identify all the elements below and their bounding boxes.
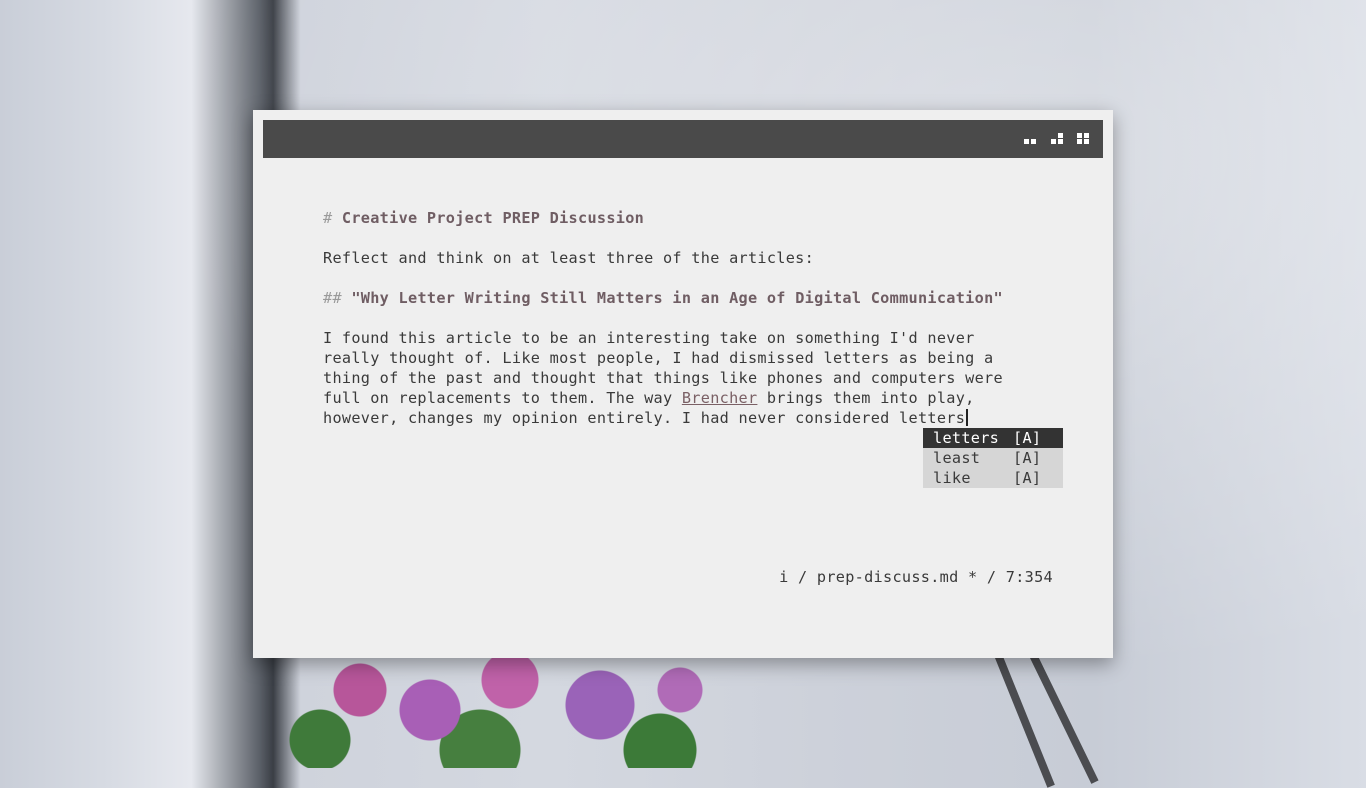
tile-full-icon[interactable] [1077, 133, 1091, 147]
heading-2-text: "Why Letter Writing Still Matters in an … [351, 289, 1003, 307]
autocomplete-tag: [A] [1013, 429, 1042, 447]
paragraph-line: however, changes my opinion entirely. I … [323, 408, 1083, 428]
status-line: i / prep-discuss.md * / 7:354 [779, 568, 1053, 586]
autocomplete-tag: [A] [1013, 469, 1042, 487]
heading-2: ## "Why Letter Writing Still Matters in … [323, 288, 1083, 308]
autocomplete-item[interactable]: like [A] [923, 468, 1063, 488]
author-link[interactable]: Brencher [682, 389, 758, 407]
text-cursor [966, 409, 969, 426]
tile-half-icon[interactable] [1024, 133, 1038, 147]
tile-quarter-icon[interactable] [1051, 133, 1065, 147]
autocomplete-word: least [933, 449, 981, 467]
autocomplete-item[interactable]: letters [A] [923, 428, 1063, 448]
autocomplete-item[interactable]: least [A] [923, 448, 1063, 468]
paragraph-line: I found this article to be an interestin… [323, 329, 975, 347]
paragraph-text: brings them into play, [757, 389, 975, 407]
autocomplete-word: like [933, 469, 971, 487]
autocomplete-popup: letters [A] least [A] like [A] [923, 428, 1063, 488]
intro-line: Reflect and think on at least three of t… [323, 249, 815, 267]
text-editor[interactable]: # Creative Project PREP Discussion Refle… [323, 208, 1083, 428]
paragraph-line: full on replacements to them. The way Br… [323, 388, 1083, 408]
heading-1: # Creative Project PREP Discussion [323, 208, 1083, 228]
heading-marker: # [323, 209, 333, 227]
editor-window: # Creative Project PREP Discussion Refle… [253, 110, 1113, 658]
paragraph-text: full on replacements to them. The way [323, 389, 682, 407]
paragraph-text: however, changes my opinion entirely. I … [323, 409, 966, 427]
autocomplete-word: letters [933, 429, 1000, 447]
autocomplete-tag: [A] [1013, 449, 1042, 467]
heading-1-text: Creative Project PREP Discussion [341, 209, 645, 227]
paragraph-line: really thought of. Like most people, I h… [323, 349, 994, 367]
window-titlebar[interactable] [263, 120, 1103, 158]
paragraph-line: thing of the past and thought that thing… [323, 369, 1003, 387]
wallpaper-flowers [280, 650, 740, 768]
heading-marker: ## [323, 289, 342, 307]
